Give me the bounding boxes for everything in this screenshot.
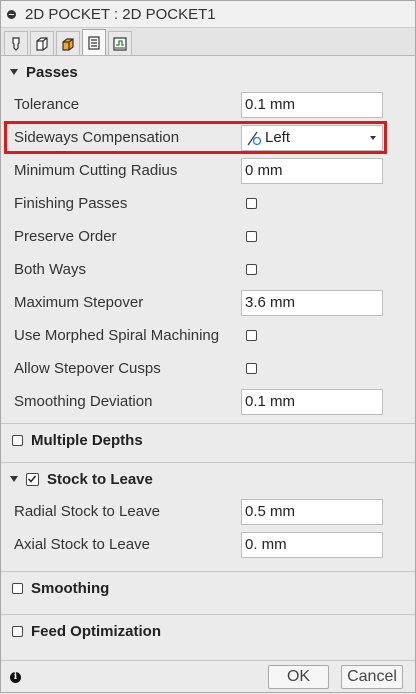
radial-stock-input[interactable]: 0.5 mm	[241, 498, 383, 525]
tab-passes[interactable]	[82, 29, 106, 55]
morphed-spiral-label: Use Morphed Spiral Machining	[14, 327, 220, 344]
heights-icon	[62, 37, 74, 51]
feed-optimization-checkbox[interactable]	[12, 625, 23, 637]
tab-heights[interactable]	[56, 31, 80, 55]
tolerance-label: Tolerance	[14, 96, 80, 113]
sideways-compensation-row: Sideways Compensation Left	[1, 121, 415, 154]
multiple-depths-section-header[interactable]: Multiple Depths	[1, 423, 415, 456]
sideways-compensation-label: Sideways Compensation	[14, 129, 180, 146]
feed-optimization-section-header[interactable]: Feed Optimization	[1, 614, 415, 647]
min-cutting-radius-row: Minimum Cutting Radius 0 mm	[1, 154, 415, 187]
morphed-spiral-row: Use Morphed Spiral Machining	[1, 319, 415, 352]
tab-geometry[interactable]	[30, 31, 54, 55]
chevron-down-icon	[370, 135, 376, 140]
stepover-cusps-label: Allow Stepover Cusps	[14, 360, 161, 377]
axial-stock-input[interactable]: 0. mm	[241, 531, 383, 558]
compensation-left-icon	[247, 131, 262, 145]
stock-to-leave-title: Stock to Leave	[47, 470, 153, 488]
preserve-order-label: Preserve Order	[14, 228, 117, 245]
smoothing-title: Smoothing	[31, 580, 110, 597]
geometry-icon	[36, 36, 48, 51]
stepover-cusps-row: Allow Stepover Cusps	[1, 352, 415, 385]
finishing-passes-label: Finishing Passes	[14, 195, 128, 212]
cancel-button[interactable]: Cancel	[341, 665, 403, 689]
smoothing-section-header[interactable]: Smoothing	[1, 571, 415, 605]
smoothing-deviation-label: Smoothing Deviation	[14, 393, 153, 410]
tab-tool[interactable]	[4, 31, 28, 55]
stock-to-leave-checkbox[interactable]	[26, 472, 39, 486]
smoothing-deviation-row: Smoothing Deviation 0.1 mm	[1, 385, 415, 418]
tool-icon	[12, 36, 20, 51]
sideways-compensation-dropdown[interactable]: Left	[241, 124, 383, 151]
dialog-title: 2D POCKET : 2D POCKET1	[25, 5, 216, 23]
axial-stock-row: Axial Stock to Leave 0. mm	[1, 528, 415, 561]
passes-section-title: Passes	[26, 63, 78, 81]
radial-stock-row: Radial Stock to Leave 0.5 mm	[1, 495, 415, 528]
linking-icon	[113, 36, 127, 51]
tab-linking[interactable]	[108, 31, 132, 55]
min-cutting-radius-label: Minimum Cutting Radius	[14, 162, 178, 179]
tolerance-row: Tolerance 0.1 mm	[1, 88, 415, 121]
both-ways-checkbox[interactable]	[246, 264, 257, 275]
radial-stock-label: Radial Stock to Leave	[14, 503, 160, 520]
checkmark-icon	[27, 475, 37, 483]
finishing-passes-row: Finishing Passes	[1, 187, 415, 220]
min-cutting-radius-input[interactable]: 0 mm	[241, 157, 383, 184]
tab-bar	[1, 28, 415, 56]
dialog-footer: i OK Cancel	[1, 660, 415, 694]
stepover-cusps-checkbox[interactable]	[246, 363, 257, 374]
max-stepover-label: Maximum Stepover	[14, 294, 144, 311]
morphed-spiral-checkbox[interactable]	[246, 330, 257, 341]
both-ways-row: Both Ways	[1, 253, 415, 286]
smoothing-deviation-input[interactable]: 0.1 mm	[241, 388, 383, 415]
preserve-order-checkbox[interactable]	[246, 231, 257, 242]
max-stepover-row: Maximum Stepover 3.6 mm	[1, 286, 415, 319]
tolerance-input[interactable]: 0.1 mm	[241, 91, 383, 118]
sideways-compensation-value: Left	[265, 128, 291, 146]
expand-arrow-icon[interactable]	[10, 476, 18, 482]
expand-arrow-icon[interactable]	[10, 69, 18, 75]
ok-button[interactable]: OK	[268, 665, 329, 689]
smoothing-checkbox[interactable]	[12, 583, 23, 594]
multiple-depths-checkbox[interactable]	[12, 434, 23, 446]
stock-to-leave-section-header[interactable]: Stock to Leave	[1, 462, 415, 495]
multiple-depths-title: Multiple Depths	[31, 431, 143, 449]
finishing-passes-checkbox[interactable]	[246, 198, 257, 209]
both-ways-label: Both Ways	[14, 261, 86, 278]
dialog-titlebar: 2D POCKET : 2D POCKET1	[1, 1, 415, 28]
info-icon[interactable]: i	[10, 672, 21, 683]
max-stepover-input[interactable]: 3.6 mm	[241, 289, 383, 316]
passes-section-header[interactable]: Passes	[1, 56, 415, 88]
axial-stock-label: Axial Stock to Leave	[14, 536, 150, 553]
collapse-icon[interactable]	[7, 9, 16, 19]
passes-icon	[88, 35, 100, 50]
feed-optimization-title: Feed Optimization	[31, 622, 162, 640]
preserve-order-row: Preserve Order	[1, 220, 415, 253]
